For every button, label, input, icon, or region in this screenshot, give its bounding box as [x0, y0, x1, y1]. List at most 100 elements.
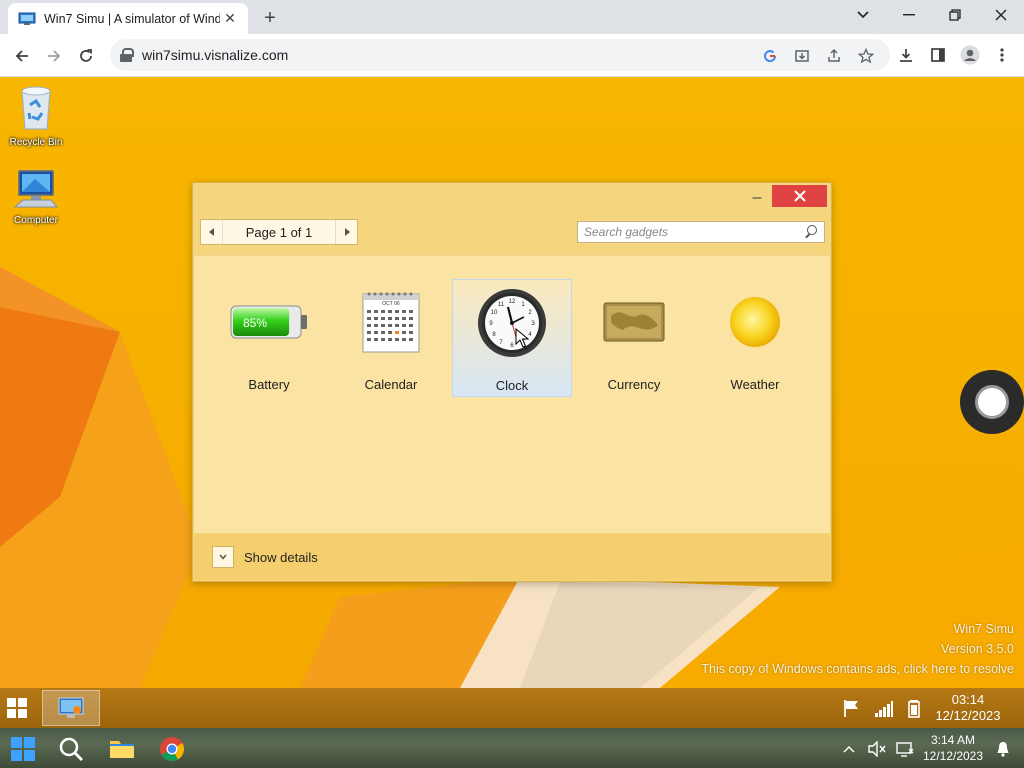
windows-logo-icon [7, 698, 27, 718]
new-tab-icon[interactable]: + [258, 6, 282, 30]
right-triangle-icon [344, 228, 350, 236]
reload-icon[interactable] [72, 42, 100, 70]
gadget-name: Calendar [364, 377, 418, 392]
browser-menu-icon[interactable] [990, 43, 1014, 67]
gadget-tile-calendar[interactable]: OCT 06 Calendar [331, 279, 451, 397]
notifications-bell-icon[interactable] [994, 740, 1012, 758]
desktop-icon-label: Recycle Bin [9, 137, 63, 148]
chrome-icon [160, 737, 185, 762]
record-circle-icon [975, 385, 1009, 419]
address-bar[interactable]: win7simu.visnalize.com [110, 39, 890, 71]
gadget-tile-weather[interactable]: Weather [695, 279, 815, 397]
host-taskbar: 3:14 AM 12/12/2023 [0, 728, 1024, 768]
gadget-tile-clock[interactable]: 12123 4567 891011 Clock [452, 279, 572, 397]
show-details-label[interactable]: Show details [244, 550, 318, 565]
calendar-month-text: OCT 06 [382, 301, 400, 307]
watermark-version: Version 3.5.0 [941, 642, 1014, 656]
gadget-tile-battery[interactable]: 85% Battery [209, 279, 329, 397]
calendar-gadget-icon: OCT 06 [351, 285, 431, 359]
simulated-time: 03:14 [951, 692, 985, 707]
win7simu-favicon-icon [18, 12, 36, 26]
gadget-name: Currency [607, 377, 661, 392]
desktop[interactable]: Recycle Bin Computer – Page 1 of 1 Searc… [0, 77, 1024, 688]
gadget-gallery-window: – Page 1 of 1 Search gadgets 85% Battery… [192, 182, 832, 582]
show-details-toggle[interactable] [212, 546, 234, 568]
minimize-window-icon[interactable] [886, 0, 932, 30]
back-arrow-icon[interactable] [8, 42, 36, 70]
svg-text:12: 12 [509, 299, 516, 305]
left-triangle-icon [208, 228, 214, 236]
currency-gadget-icon [594, 285, 674, 359]
next-page-button[interactable] [335, 220, 357, 244]
details-bar: Show details [194, 534, 830, 580]
taskbar-app-gadgets[interactable] [42, 690, 100, 726]
network-display-icon[interactable] [896, 740, 914, 758]
restore-window-icon[interactable] [932, 0, 978, 30]
page-indicator: Page 1 of 1 [245, 224, 313, 240]
tab-search-chevron-icon[interactable] [840, 0, 886, 30]
search-icon [59, 737, 83, 761]
battery-gadget-icon: 85% [229, 285, 309, 359]
volume-muted-icon[interactable] [868, 740, 886, 758]
close-window-icon[interactable] [978, 0, 1024, 30]
install-app-icon[interactable] [792, 46, 812, 66]
gadgets-app-icon [58, 697, 84, 718]
host-search-button[interactable] [58, 736, 84, 762]
floating-assistant-button[interactable] [960, 370, 1024, 434]
battery-status-icon[interactable] [904, 698, 924, 718]
gadget-name: Weather [730, 377, 780, 392]
desktop-icon-recycle-bin[interactable]: Recycle Bin [0, 83, 72, 148]
desktop-icon-computer[interactable]: Computer [0, 169, 72, 226]
svg-text:11: 11 [498, 302, 505, 308]
mouse-cursor-icon [515, 328, 529, 348]
battery-level-text: 85% [243, 316, 267, 330]
close-icon [793, 190, 806, 202]
search-icon[interactable] [804, 225, 818, 239]
lock-icon [120, 48, 134, 62]
url-text: win7simu.visnalize.com [142, 47, 289, 63]
activation-notice-link[interactable]: This copy of Windows contains ads, click… [701, 662, 1014, 676]
downloads-icon[interactable] [894, 43, 918, 67]
browser-tab[interactable]: Win7 Simu | A simulator of Wind ✕ [8, 3, 248, 34]
network-signal-icon[interactable] [874, 698, 894, 718]
gadget-name: Battery [248, 377, 290, 392]
computer-icon [0, 169, 72, 212]
action-center-flag-icon[interactable] [842, 698, 862, 718]
show-hidden-icons-chevron-icon[interactable] [840, 740, 858, 758]
clock-gadget-icon: 12123 4567 891011 [472, 286, 552, 360]
host-clock[interactable]: 3:14 AM 12/12/2023 [920, 732, 986, 764]
desktop-icon-label: Computer [14, 215, 58, 226]
browser-tab-strip: Win7 Simu | A simulator of Wind ✕ + [0, 0, 1024, 34]
forward-arrow-icon[interactable] [40, 42, 68, 70]
watermark-title: Win7 Simu [953, 622, 1014, 636]
start-button[interactable] [7, 698, 27, 718]
minimize-gadget-window-icon[interactable]: – [745, 187, 769, 207]
host-time: 3:14 AM [930, 733, 976, 747]
folder-icon [110, 741, 134, 758]
previous-page-button[interactable] [201, 220, 223, 244]
chrome-taskbar-button[interactable] [159, 736, 185, 762]
close-gadget-window-button[interactable] [772, 185, 827, 207]
gadget-tile-currency[interactable]: Currency [574, 279, 694, 397]
svg-text:10: 10 [491, 310, 498, 316]
gadget-name: Clock [495, 378, 529, 393]
close-tab-icon[interactable]: ✕ [220, 9, 240, 29]
share-icon[interactable] [824, 46, 844, 66]
google-lens-icon[interactable] [760, 46, 780, 66]
windows-logo-icon [11, 737, 35, 761]
simulated-date: 12/12/2023 [935, 708, 1001, 723]
gadget-search-box [577, 221, 825, 243]
weather-sun-icon [715, 285, 795, 359]
host-start-button[interactable] [10, 736, 36, 762]
tab-title: Win7 Simu | A simulator of Wind [44, 11, 220, 26]
simulated-clock[interactable]: 03:14 12/12/2023 [928, 692, 1008, 724]
host-date: 12/12/2023 [922, 749, 984, 763]
gadget-pager: Page 1 of 1 [200, 219, 358, 245]
search-gadgets-input[interactable] [584, 225, 804, 239]
recycle-bin-icon [0, 83, 72, 134]
file-explorer-button[interactable] [109, 736, 135, 762]
profile-avatar-icon[interactable] [958, 43, 982, 67]
chevron-down-icon [219, 554, 227, 560]
side-panel-icon[interactable] [926, 43, 950, 67]
bookmark-star-icon[interactable] [856, 46, 876, 66]
